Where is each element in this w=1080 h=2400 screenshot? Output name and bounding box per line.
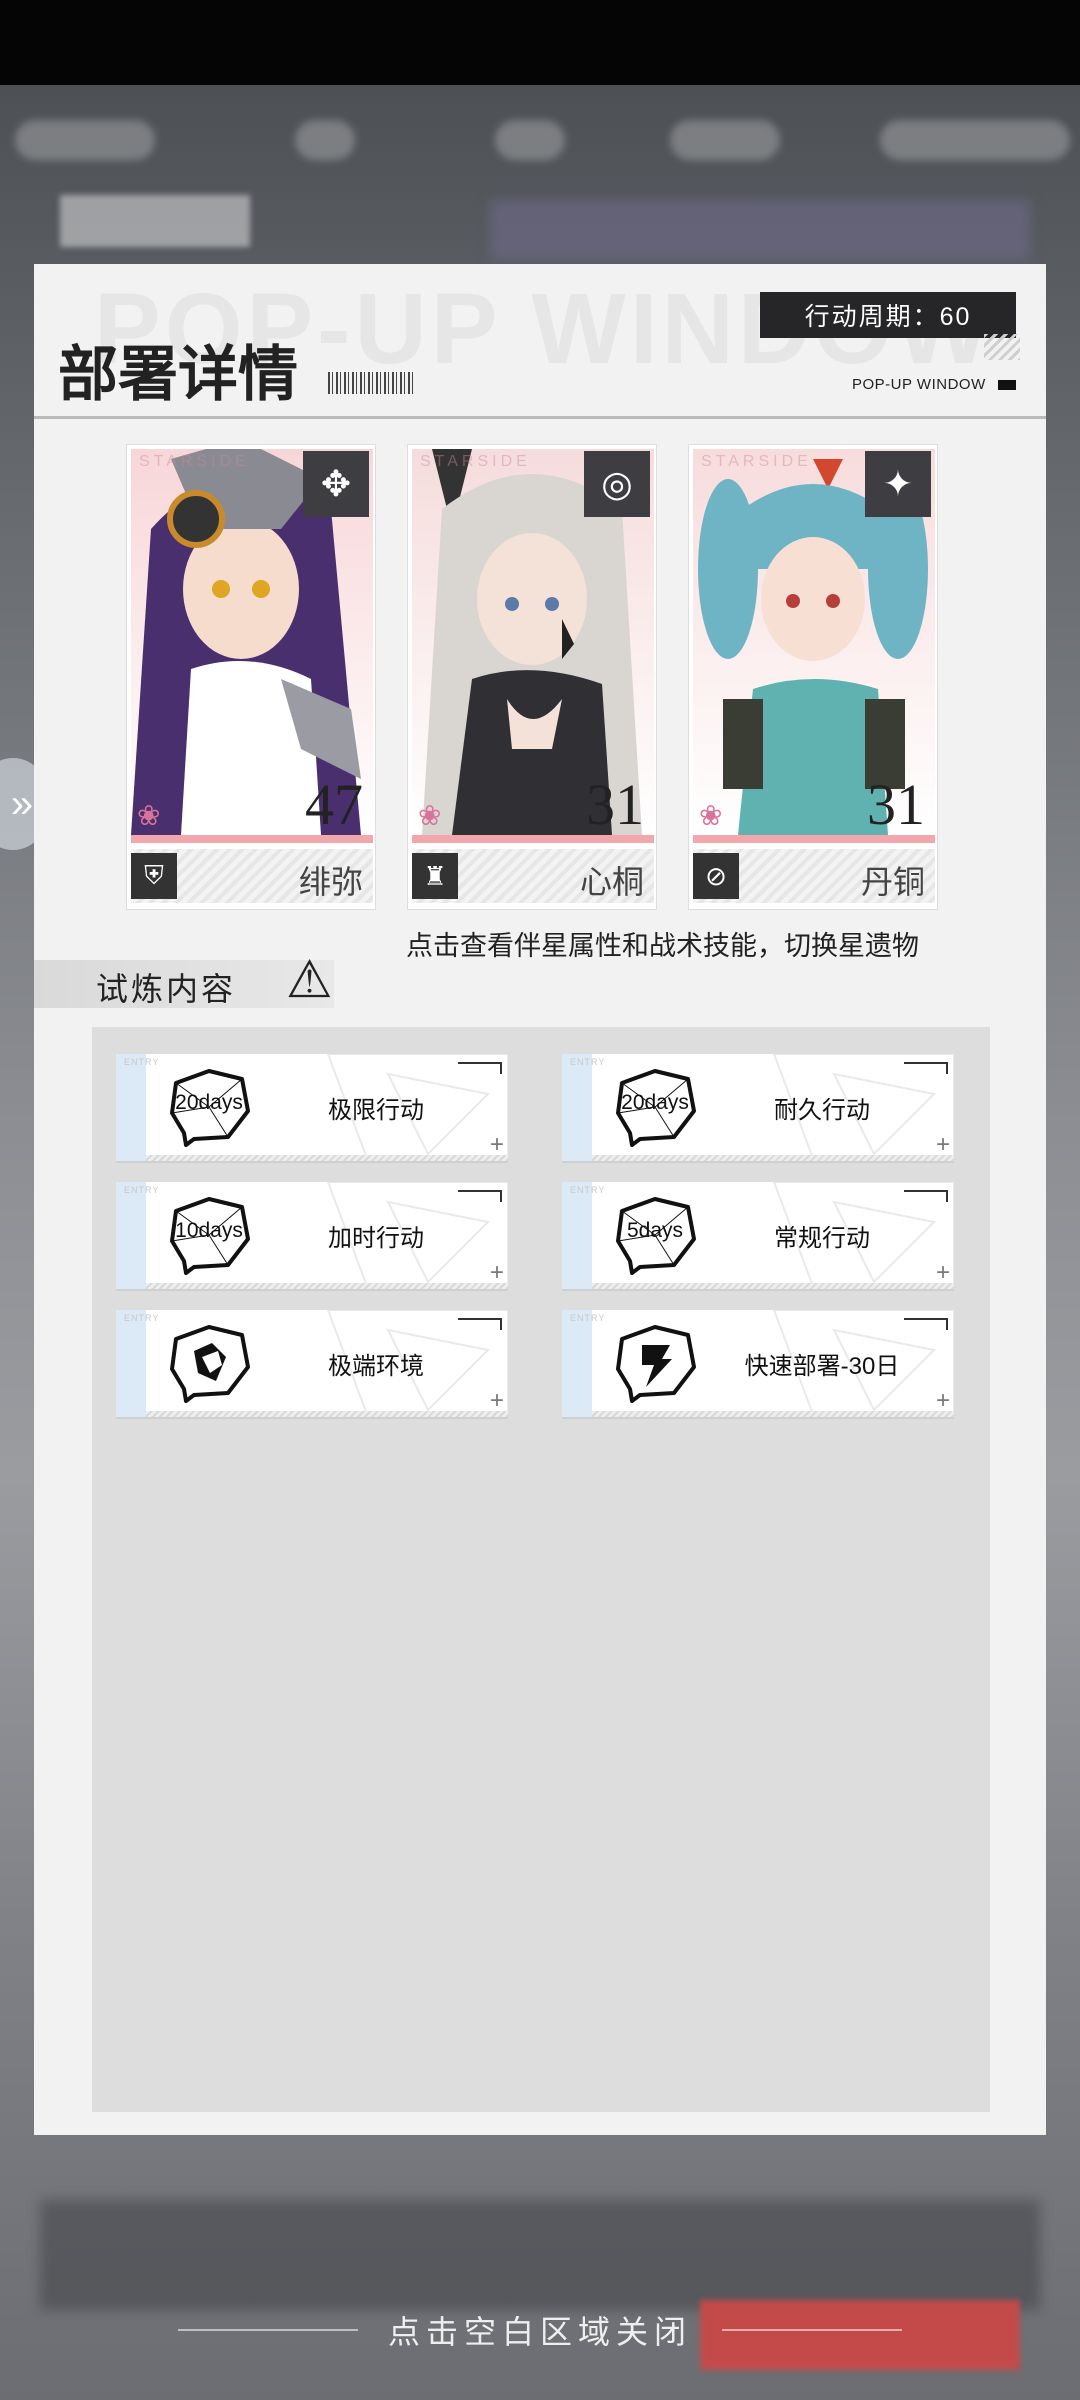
stripe-decoration [592, 1283, 954, 1289]
corner-mark [904, 1318, 948, 1330]
stripe-decoration [592, 1411, 954, 1417]
entry-label: 常规行动 [774, 1225, 870, 1252]
entry-days: 5days [626, 1219, 684, 1242]
entry-left-bar [116, 1182, 146, 1289]
entry-days: 20days [175, 1091, 243, 1114]
accent-line [131, 835, 373, 843]
character-card-3[interactable]: STARSIDE ✦ ❀ 31 ⊘ 丹铜 [688, 444, 938, 910]
stripe-decoration [592, 1155, 954, 1161]
entry-tag: ENTRY [124, 1313, 160, 1323]
character-level: 47 [305, 772, 363, 837]
deployment-popup: POP-UP WINDOW 部署详情 行动周期：60 POP-UP WINDOW… [34, 264, 1046, 2135]
trial-entry-1[interactable]: ENTRY 20days 极限行动 + [116, 1054, 508, 1161]
flower-icon: ❀ [699, 800, 723, 831]
background-nav [0, 95, 1080, 185]
trial-entry-3[interactable]: ENTRY 10days 加时行动 + [116, 1182, 508, 1289]
entry-left-bar [562, 1182, 592, 1289]
background-tag [60, 195, 250, 247]
entry-label: 快速部署-30日 [744, 1353, 900, 1380]
corner-mark [458, 1190, 502, 1202]
accent-line [412, 835, 654, 843]
stripes-decoration [984, 334, 1020, 360]
flower-icon: ❀ [418, 800, 442, 831]
lightning-bubble-icon [616, 1325, 696, 1403]
entry-days: 20days [621, 1091, 689, 1114]
plus-icon: + [935, 1259, 950, 1286]
entry-label: 极端环境 [328, 1353, 424, 1380]
card-footer: ♜ 心桐 [412, 849, 654, 903]
corner-mark [458, 1318, 502, 1330]
barcode-decoration [328, 372, 416, 394]
plus-icon: + [489, 1131, 504, 1158]
entry-days: 10days [175, 1219, 243, 1242]
plus-icon: + [935, 1387, 950, 1414]
status-bar [0, 0, 1080, 85]
flower-icon: ❀ [137, 800, 161, 831]
target-emblem-icon: ◎ [584, 451, 650, 517]
trial-entry-6[interactable]: ENTRY 快速部署-30日 + [562, 1310, 954, 1417]
subtitle-mark [998, 380, 1016, 390]
stripe-decoration [146, 1155, 508, 1161]
class-icon: ♜ [412, 853, 458, 899]
entry-left-bar [116, 1310, 146, 1417]
header-divider [34, 416, 1046, 419]
stripe-decoration [146, 1283, 508, 1289]
starside-mark: STARSIDE [139, 453, 250, 470]
entry-tag: ENTRY [124, 1185, 160, 1195]
starside-mark: STARSIDE [420, 453, 531, 470]
entry-left-bar [562, 1310, 592, 1417]
class-icon: ⊘ [693, 853, 739, 899]
corner-mark [904, 1062, 948, 1074]
warning-icon: ⚠ [286, 951, 333, 1009]
entry-tag: ENTRY [570, 1057, 606, 1067]
section-title: 试炼内容 [96, 971, 237, 1007]
entry-tag: ENTRY [570, 1185, 606, 1195]
compass-emblem-icon: ✥ [303, 451, 369, 517]
entry-left-bar [562, 1054, 592, 1161]
plus-icon: + [935, 1131, 950, 1158]
trial-entry-2[interactable]: ENTRY 20days 耐久行动 + [562, 1054, 954, 1161]
character-name: 丹铜 [860, 864, 925, 900]
trial-entry-5[interactable]: ENTRY 极端环境 + [116, 1310, 508, 1417]
trial-entry-4[interactable]: ENTRY 5days 常规行动 + [562, 1182, 954, 1289]
popup-title: 部署详情 [58, 341, 298, 408]
popup-subtitle: POP-UP WINDOW [852, 376, 986, 393]
action-cycle-badge: 行动周期：60 [760, 292, 1016, 338]
entry-label: 加时行动 [328, 1225, 424, 1252]
dismiss-text: 点击空白区域关闭 [387, 2314, 692, 2350]
corner-mark [458, 1062, 502, 1074]
divider-line [177, 2329, 358, 2331]
shield-bubble-icon [170, 1325, 250, 1403]
corner-mark [904, 1190, 948, 1202]
character-name: 心桐 [579, 864, 644, 900]
card-footer: ⊘ 丹铜 [693, 849, 935, 903]
divider-line [722, 2329, 902, 2331]
character-level: 31 [867, 772, 925, 837]
starside-mark: STARSIDE [701, 453, 812, 470]
character-card-1[interactable]: STARSIDE ✥ ❀ 47 ⛨ 绯弥 [126, 444, 376, 910]
class-icon: ⛨ [131, 853, 177, 899]
accent-line [693, 835, 935, 843]
stripe-decoration [146, 1411, 508, 1417]
spire-emblem-icon: ✦ [865, 451, 931, 517]
plus-icon: + [489, 1259, 504, 1286]
character-level: 31 [586, 772, 644, 837]
entry-tag: ENTRY [570, 1313, 606, 1323]
switch-hint-text: 点击查看伴星属性和战术技能，切换星遗物 [406, 931, 919, 961]
entry-label: 耐久行动 [774, 1097, 870, 1124]
character-card-2[interactable]: STARSIDE ◎ ❀ 31 ♜ 心桐 [407, 444, 657, 910]
dismiss-hint[interactable]: 点击空白区域关闭 [0, 2300, 1080, 2360]
entry-label: 极限行动 [328, 1097, 424, 1124]
entry-tag: ENTRY [124, 1057, 160, 1067]
plus-icon: + [489, 1387, 504, 1414]
card-footer: ⛨ 绯弥 [131, 849, 373, 903]
character-name: 绯弥 [298, 864, 363, 900]
background-portraits [490, 200, 1030, 260]
entry-left-bar [116, 1054, 146, 1161]
background-stats [40, 2200, 1040, 2310]
